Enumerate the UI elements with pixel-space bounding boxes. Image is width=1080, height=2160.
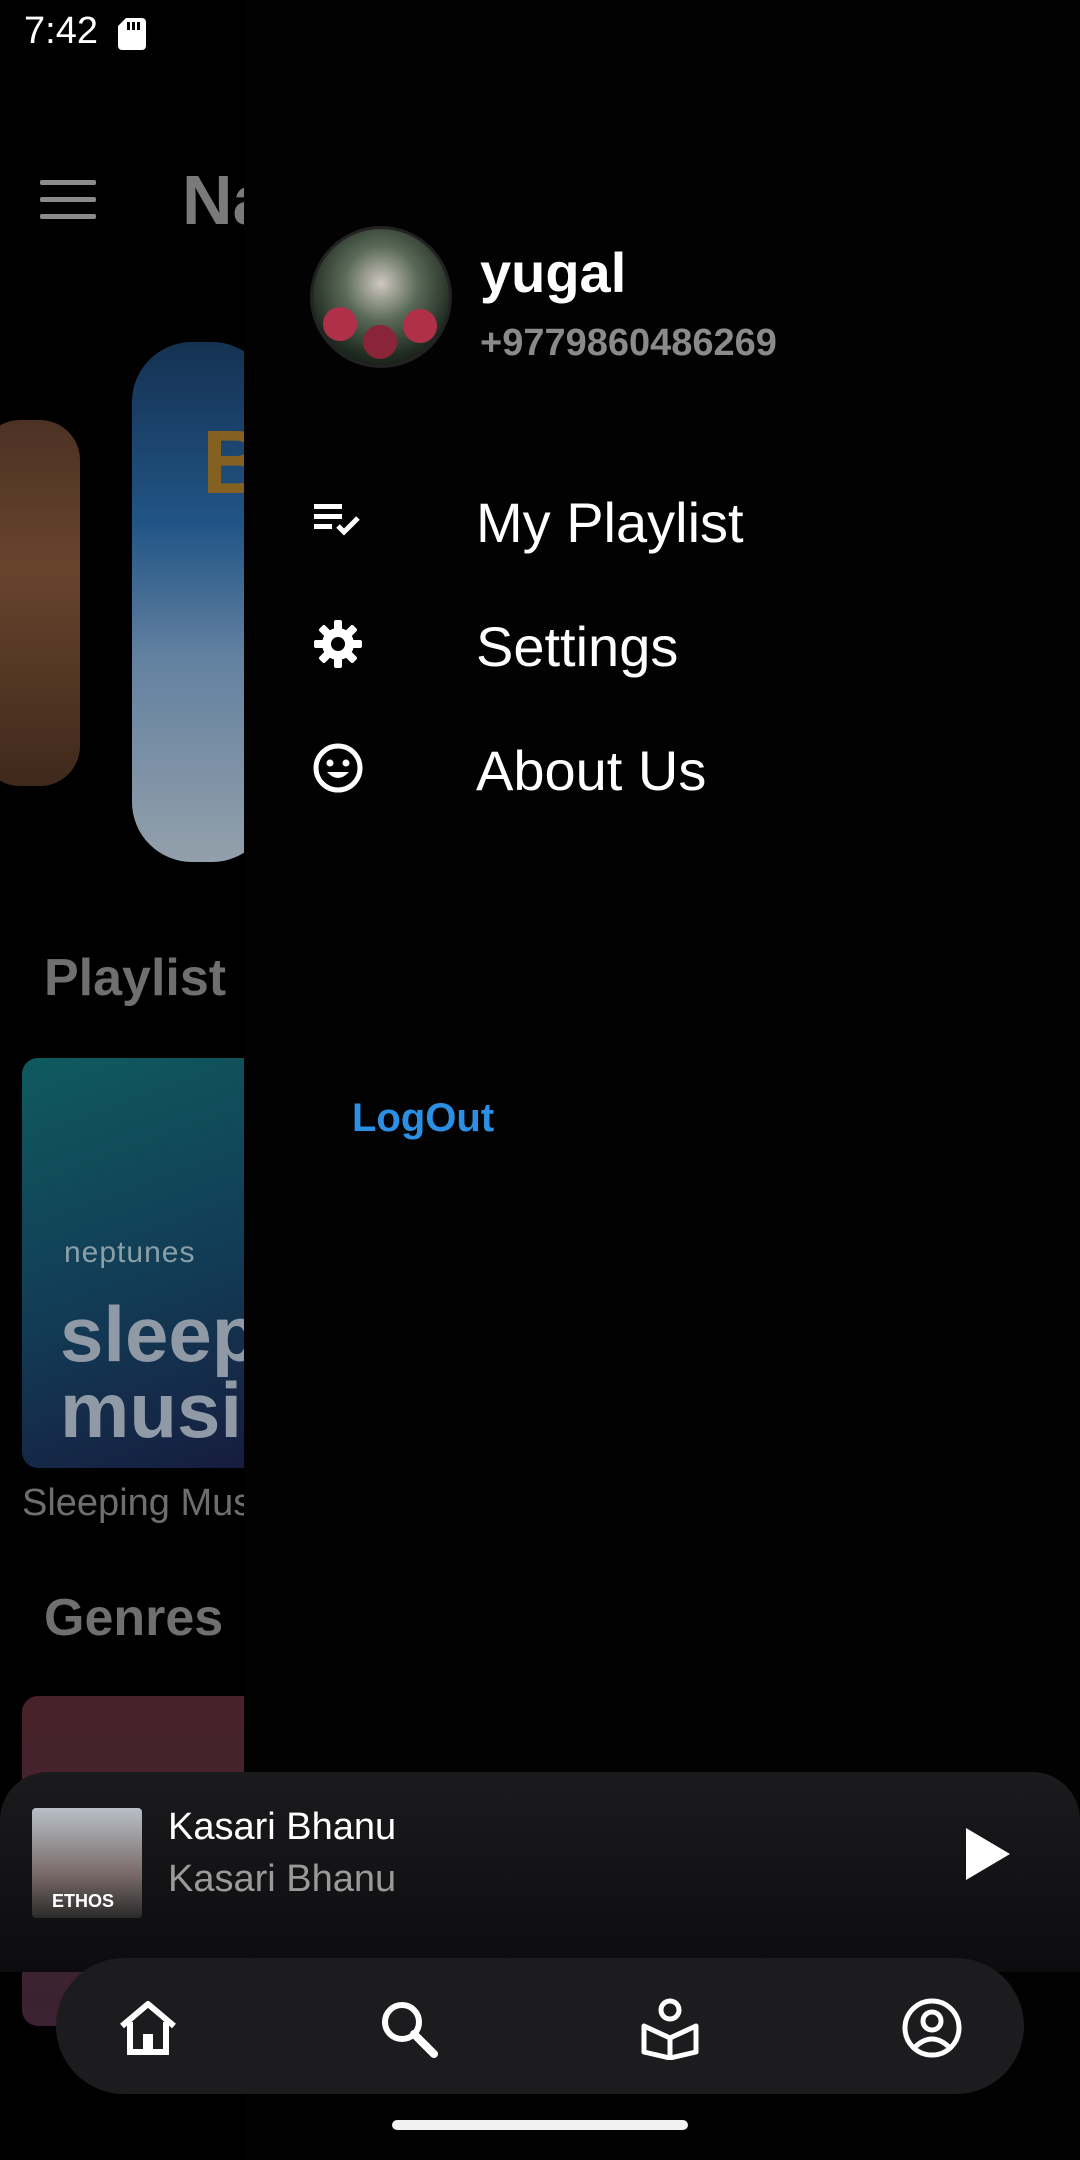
drawer-item-my-playlist[interactable]: My Playlist (244, 464, 1080, 574)
library-icon[interactable] (638, 1996, 702, 2060)
section-title-genres: Genres (44, 1589, 224, 1647)
track-artist: Kasari Bhanu (168, 1858, 397, 1900)
account-icon[interactable] (900, 1996, 964, 2060)
gear-icon (314, 620, 362, 668)
playlist-card-brand: neptunes (64, 1236, 196, 1269)
drawer-item-label: My Playlist (476, 491, 744, 554)
carousel-card[interactable] (0, 420, 80, 786)
bottom-nav (56, 1958, 1024, 2094)
track-title: Kasari Bhanu (168, 1806, 397, 1848)
album-art: ETHOS (32, 1808, 142, 1918)
section-title-playlist: Playlist (44, 949, 227, 1007)
smiley-icon (313, 743, 363, 793)
playlist-card-title: sleep music (60, 1290, 272, 1454)
drawer-item-label: About Us (476, 739, 707, 802)
avatar[interactable] (310, 226, 452, 368)
playlist-caption: Sleeping Mus (22, 1482, 253, 1524)
home-icon[interactable] (116, 1996, 180, 2060)
playlist-card[interactable]: neptunes sleep music (22, 1058, 272, 1468)
logout-button[interactable]: LogOut (352, 1096, 494, 1141)
drawer-item-label: Settings (476, 615, 679, 678)
search-icon[interactable] (376, 1996, 440, 2060)
home-indicator[interactable] (392, 2120, 688, 2130)
drawer-item-settings[interactable]: Settings (244, 588, 1080, 698)
status-time: 7:42 (24, 10, 98, 52)
sd-card-icon (118, 18, 146, 50)
user-name: yugal (480, 241, 627, 304)
album-art-text: ETHOS (52, 1891, 115, 1911)
mini-player[interactable] (0, 1772, 1080, 1972)
play-icon[interactable] (962, 1826, 1012, 1882)
playlist-check-icon (314, 504, 360, 536)
user-phone: +9779860486269 (480, 322, 777, 364)
menu-icon[interactable] (40, 180, 96, 224)
drawer-item-about-us[interactable]: About Us (244, 712, 1080, 822)
